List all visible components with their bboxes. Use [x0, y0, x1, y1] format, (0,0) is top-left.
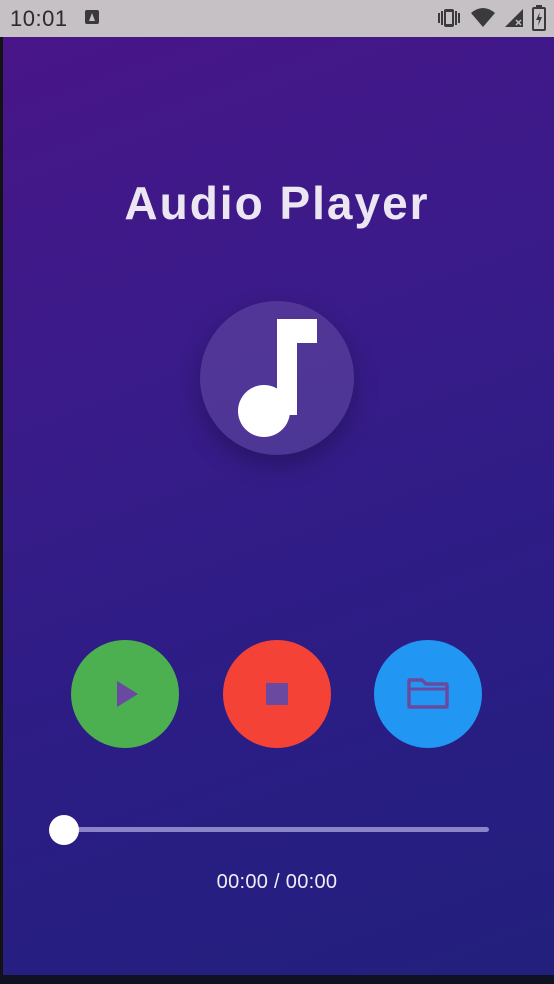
battery-icon	[532, 5, 546, 31]
time-readout: 00:00 / 00:00	[216, 871, 338, 893]
bottom-edge	[0, 975, 554, 984]
play-button[interactable]	[71, 640, 179, 748]
album-art	[200, 301, 354, 455]
notification-a-icon	[85, 10, 99, 24]
seek-bar[interactable]	[64, 827, 489, 832]
folder-icon	[407, 678, 449, 709]
status-bar: 10:01	[0, 0, 554, 37]
wifi-icon	[471, 8, 495, 27]
vibrate-icon	[438, 9, 460, 27]
play-icon	[117, 681, 138, 707]
status-icons	[436, 5, 546, 31]
folder-button[interactable]	[374, 640, 482, 748]
audio-player-screen: 10:01 Audio Player 00:00 / 00:00	[0, 0, 554, 984]
seek-thumb[interactable]	[49, 815, 79, 845]
signal-icon	[505, 9, 523, 27]
app-title: Audio Player	[124, 177, 430, 229]
stop-icon	[266, 683, 288, 705]
status-time: 10:01	[10, 6, 68, 31]
music-note-icon	[238, 319, 317, 437]
stop-button[interactable]	[223, 640, 331, 748]
